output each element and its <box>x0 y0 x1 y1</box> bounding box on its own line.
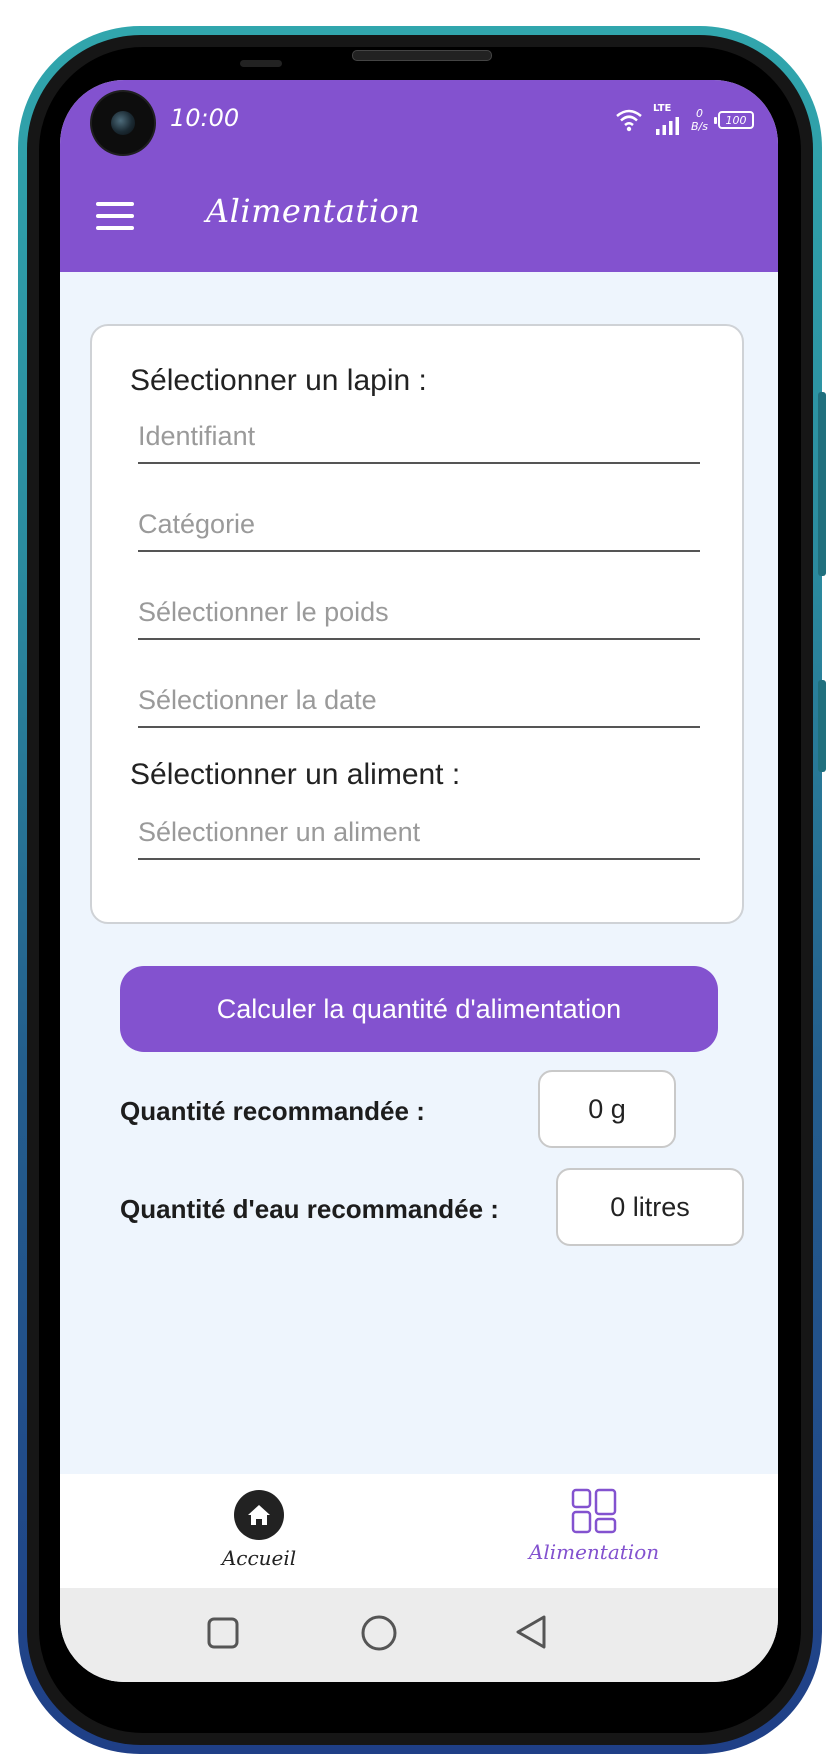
front-camera <box>92 92 154 154</box>
nav-item-accueil[interactable]: Accueil <box>196 1474 322 1588</box>
nav-label-accueil: Accueil <box>221 1546 297 1570</box>
battery-tip <box>714 117 717 124</box>
network-speed: 0 B/s <box>691 107 708 133</box>
food-field[interactable]: Sélectionner un aliment <box>138 814 700 860</box>
network-type-label: LTE <box>653 103 672 114</box>
nav-item-alimentation[interactable]: Alimentation <box>504 1474 684 1588</box>
food-section-label: Sélectionner un aliment : <box>130 758 461 791</box>
page-title: Alimentation <box>206 192 421 230</box>
home-icon <box>234 1490 284 1540</box>
weight-field[interactable]: Sélectionner le poids <box>138 594 700 640</box>
app-bar: 10:00 LTE 0 B/s 100 Alimentation <box>60 80 778 272</box>
back-icon[interactable] <box>514 1614 548 1650</box>
food-quantity-value: 0 g <box>538 1070 676 1148</box>
battery-icon: 100 <box>714 111 754 129</box>
weight-placeholder: Sélectionner le poids <box>138 597 389 627</box>
recent-apps-icon[interactable] <box>206 1616 240 1650</box>
earpiece-speaker <box>352 50 492 61</box>
signal-bars-icon <box>656 117 680 135</box>
calculate-button[interactable]: Calculer la quantité d'alimentation <box>120 966 718 1052</box>
date-placeholder: Sélectionner la date <box>138 685 377 715</box>
identifier-placeholder: Identifiant <box>138 421 256 451</box>
food-placeholder: Sélectionner un aliment <box>138 817 421 847</box>
rabbit-section-label: Sélectionner un lapin : <box>130 364 427 397</box>
side-button-lower <box>818 680 826 772</box>
system-navigation-bar <box>60 1588 778 1682</box>
identifier-field[interactable]: Identifiant <box>138 418 700 464</box>
home-button-icon[interactable] <box>360 1614 398 1652</box>
proximity-sensor <box>240 60 282 67</box>
selection-card: Sélectionner un lapin : Identifiant Caté… <box>90 324 744 924</box>
nav-label-alimentation: Alimentation <box>528 1540 660 1564</box>
battery-level: 100 <box>725 113 747 127</box>
network-speed-value: 0 <box>696 107 703 120</box>
hamburger-menu-icon[interactable] <box>96 202 134 230</box>
bottom-navigation: Accueil Alimentation <box>60 1474 778 1588</box>
app-screen: 10:00 LTE 0 B/s 100 Alimentation Sélecti… <box>60 80 778 1682</box>
side-button-upper <box>818 392 826 576</box>
food-quantity-label: Quantité recommandée : <box>120 1096 425 1126</box>
water-quantity-label: Quantité d'eau recommandée : <box>120 1194 499 1224</box>
category-field[interactable]: Catégorie <box>138 506 700 552</box>
category-placeholder: Catégorie <box>138 509 256 539</box>
water-quantity-value: 0 litres <box>556 1168 744 1246</box>
date-field[interactable]: Sélectionner la date <box>138 682 700 728</box>
status-icons: LTE 0 B/s 100 <box>615 102 754 138</box>
cell-signal: LTE <box>653 103 681 135</box>
status-time: 10:00 <box>170 104 240 132</box>
dashboard-icon <box>571 1488 617 1534</box>
network-speed-unit: B/s <box>691 120 708 133</box>
wifi-icon <box>616 109 642 132</box>
